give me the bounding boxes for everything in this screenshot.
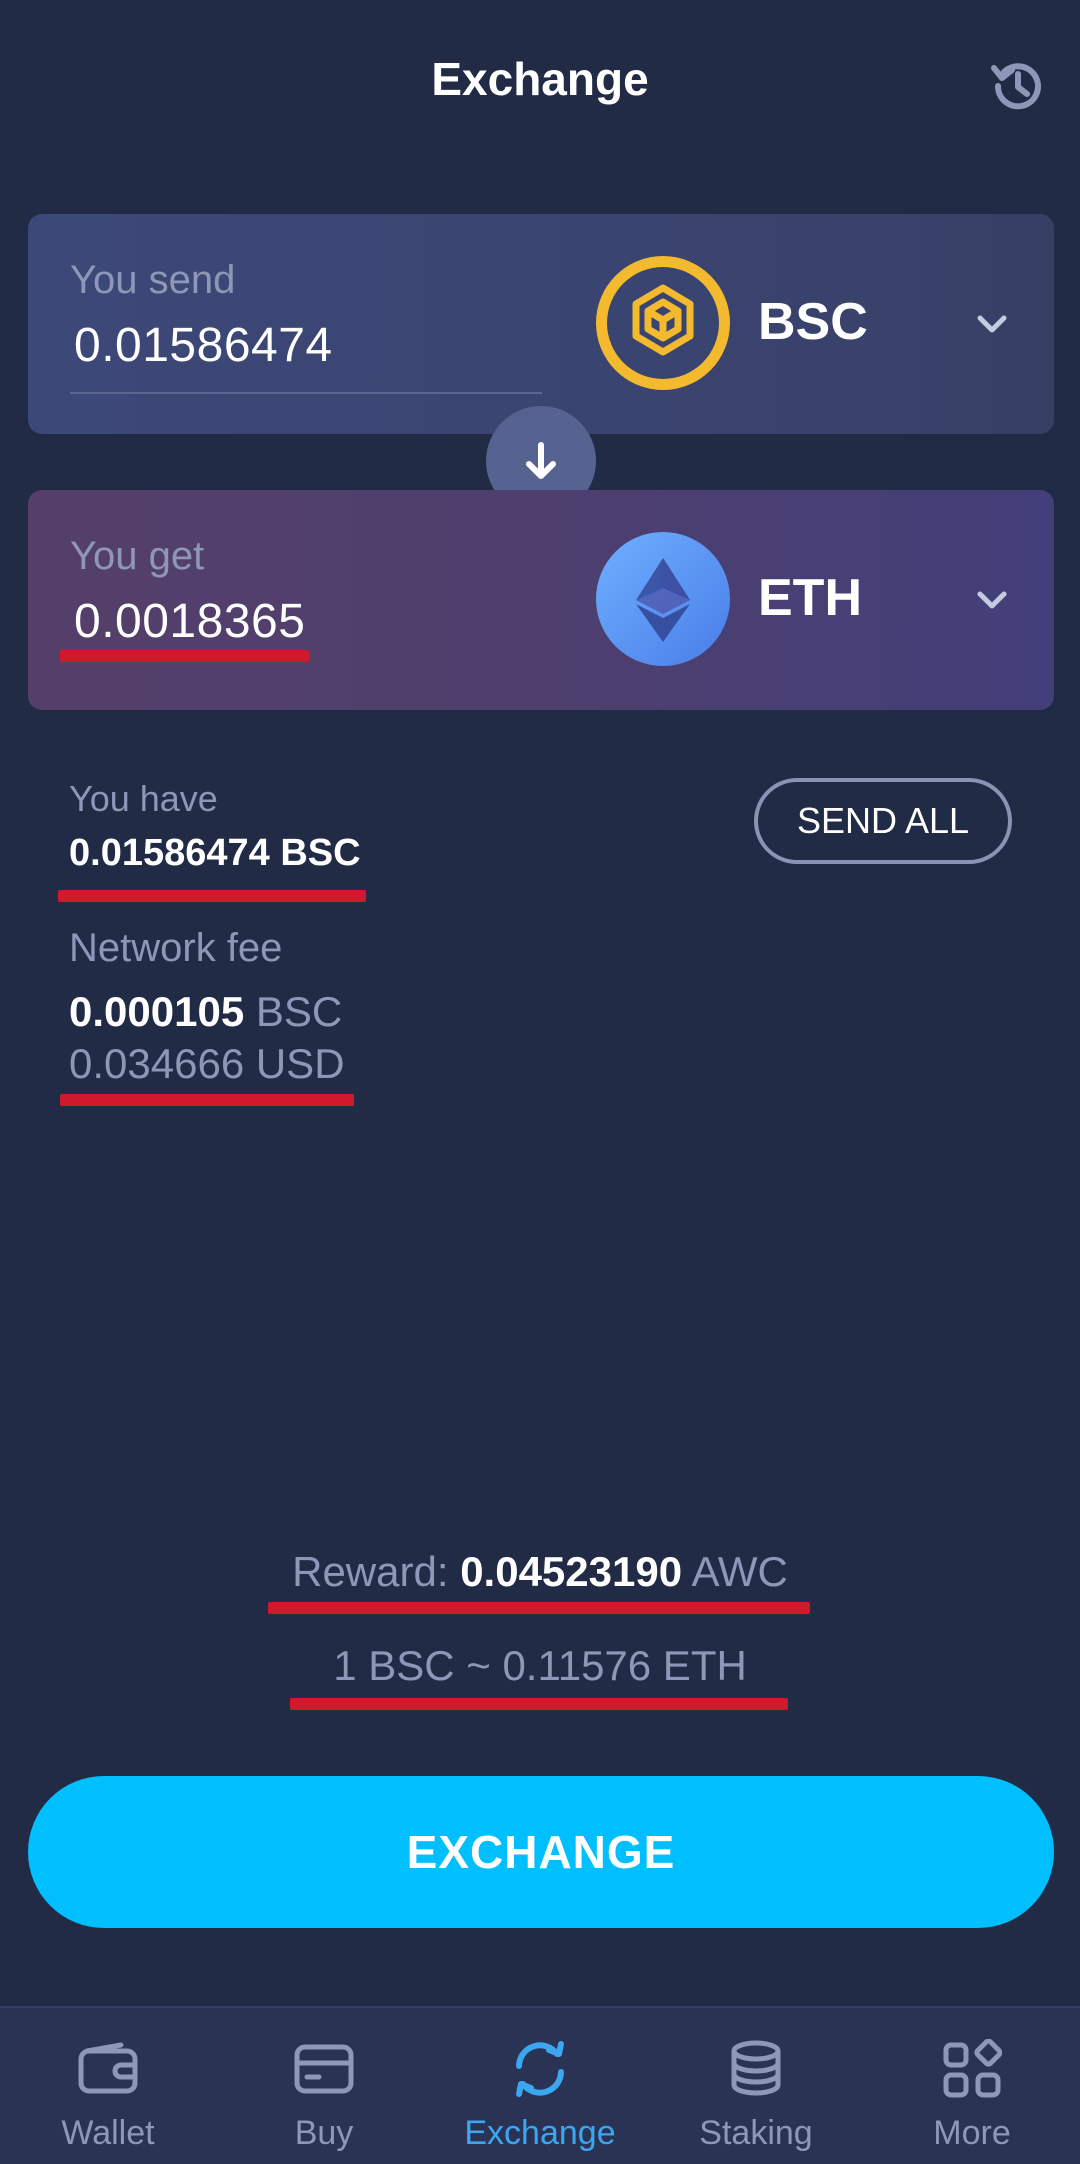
fee-label: Network fee: [69, 926, 283, 970]
tab-exchange[interactable]: Exchange: [432, 2008, 648, 2164]
page-title: Exchange: [431, 53, 649, 105]
fee-amount-line: 0.000105 BSC: [69, 988, 342, 1036]
rate-highlight: [290, 1698, 788, 1710]
reward-label: Reward:: [292, 1548, 449, 1595]
arrow-down-icon: [526, 442, 556, 479]
exchange-icon: [507, 2036, 573, 2102]
eth-coin-icon: [596, 532, 730, 666]
grid-icon: [939, 2036, 1005, 2102]
fee-usd: 0.034666 USD: [69, 1040, 345, 1087]
bottom-tab-bar: Wallet Buy Exchange Staking More: [0, 2006, 1080, 2164]
send-input-underline: [70, 392, 542, 394]
tab-label: More: [933, 2114, 1011, 2152]
wallet-icon: [75, 2036, 141, 2102]
get-coin-name[interactable]: ETH: [758, 568, 862, 628]
get-coin-dropdown[interactable]: [968, 576, 1016, 624]
exchange-button[interactable]: EXCHANGE: [28, 1776, 1054, 1928]
reward-unit: AWC: [691, 1548, 788, 1595]
bsc-coin-icon: [596, 256, 730, 390]
tab-label: Exchange: [464, 2114, 616, 2152]
bnb-logo-icon: [632, 284, 694, 356]
get-value-highlight: [60, 650, 310, 662]
coins-stack-icon: [723, 2036, 789, 2102]
balance-highlight: [58, 890, 366, 902]
ethereum-logo-icon: [636, 558, 690, 642]
send-amount-input[interactable]: 0.01586474: [74, 318, 333, 373]
send-coin-name[interactable]: BSC: [758, 292, 868, 352]
tab-label: Buy: [294, 2114, 354, 2152]
chevron-down-icon: [977, 591, 1007, 609]
reward-highlight: [268, 1602, 810, 1614]
history-icon: [991, 63, 1041, 110]
tab-wallet[interactable]: Wallet: [0, 2008, 216, 2164]
fee-highlight: [60, 1094, 354, 1106]
reward-value: 0.04523190: [460, 1548, 683, 1595]
tab-label: Wallet: [61, 2114, 155, 2152]
card-icon: [291, 2036, 357, 2102]
tab-more[interactable]: More: [864, 2008, 1080, 2164]
header: Exchange: [0, 0, 1080, 160]
get-label: You get: [70, 534, 205, 578]
exchange-rate: 1 BSC ~ 0.11576 ETH: [333, 1642, 747, 1689]
balance-value: 0.01586474 BSC: [69, 832, 361, 874]
tab-label: Staking: [699, 2114, 813, 2152]
send-label: You send: [70, 258, 236, 302]
send-coin-dropdown[interactable]: [968, 300, 1016, 348]
fee-amount: 0.000105: [69, 988, 245, 1035]
history-button[interactable]: [986, 54, 1050, 118]
get-card: You get 0.0018365 ETH: [28, 490, 1054, 710]
tab-buy[interactable]: Buy: [216, 2008, 432, 2164]
balance-label: You have: [69, 778, 218, 819]
send-all-button[interactable]: SEND ALL: [754, 778, 1012, 864]
fee-unit: BSC: [255, 988, 343, 1035]
reward-line: Reward: 0.04523190 AWC: [0, 1548, 1080, 1596]
send-card: You send 0.01586474 BSC: [28, 214, 1054, 434]
chevron-down-icon: [977, 315, 1007, 333]
get-amount-value[interactable]: 0.0018365: [74, 594, 305, 649]
tab-staking[interactable]: Staking: [648, 2008, 864, 2164]
